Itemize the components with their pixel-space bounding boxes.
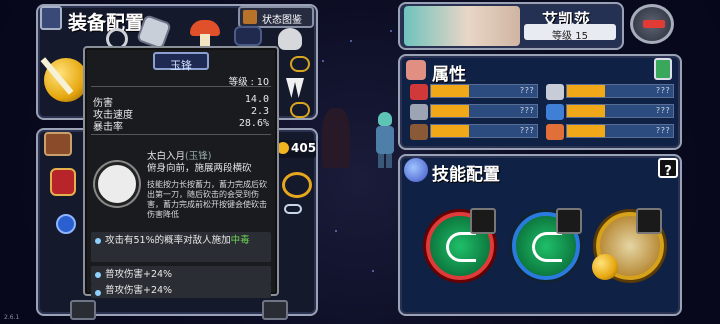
tooltip-name-badge: 玉锋 [153, 52, 209, 72]
world-character [372, 112, 398, 170]
character-portrait [404, 6, 520, 46]
help-button[interactable]: ? [658, 158, 678, 179]
item-tooltip: 玉锋 等级 : 10 伤害 14.0 攻击速度 2.3 暴击率 28.6% 太白入月(… [83, 46, 279, 298]
tooltip-item-name: 玉锋 [170, 59, 192, 72]
bow-icon [446, 232, 476, 262]
gold-amount: 405 [291, 141, 317, 155]
inventory-item-book[interactable] [50, 168, 76, 196]
skill-slot-badge [470, 208, 496, 234]
stat-row-crit: 暴击率 28.6% [93, 118, 269, 133]
game-screen: 装备配置 状态图鉴 405 玉锋 等级 : 10 伤害 14.0 攻击速度 2.3 … [0, 0, 720, 324]
skill-helmet-icon [95, 162, 139, 206]
heart-icon [410, 84, 428, 100]
pet-slot[interactable] [290, 56, 310, 72]
tooltip-divider [91, 134, 271, 135]
eye-icon [546, 104, 564, 120]
bonus-row-attack: 普攻伤害+24% [91, 266, 271, 284]
exit-button[interactable] [630, 4, 674, 44]
attr-fill-perception [567, 105, 606, 117]
gold-counter: 405 [276, 140, 316, 158]
attr-fill-hp [431, 85, 470, 97]
potion-slot[interactable] [290, 102, 310, 118]
drop-button[interactable] [262, 300, 288, 320]
status-book-button[interactable]: 状态图鉴 [238, 6, 314, 28]
bomb-icon[interactable] [56, 214, 76, 234]
exit-arrow-icon [643, 20, 665, 28]
attr-bar-speed: ??? [430, 124, 538, 138]
star [350, 40, 352, 42]
attr-bar-attack: ??? [566, 84, 674, 98]
bow-icon [532, 232, 562, 262]
skill-slot-badge [556, 208, 582, 234]
attr-bar-fire: ??? [566, 124, 674, 138]
attr-fill-defense [431, 105, 470, 117]
bonus-row-poison: 攻击有51%的概率对敌人施加中毒 [91, 232, 271, 262]
tooltip-divider [91, 86, 271, 87]
skills-title: 技能配置 [432, 165, 500, 185]
skill-slot-badge [636, 208, 662, 234]
pearl-item-icon[interactable] [284, 204, 302, 214]
boot-icon [410, 124, 428, 140]
sword-icon [546, 84, 564, 100]
shield-icon [410, 104, 428, 120]
flame-icon [546, 124, 564, 140]
star [335, 230, 337, 232]
star [372, 270, 374, 272]
equipment-icon [40, 6, 62, 30]
star [322, 60, 324, 62]
attr-fill-fire [567, 125, 606, 137]
status-book-label: 状态图鉴 [262, 15, 302, 26]
star [390, 30, 392, 32]
bottle-icon[interactable] [654, 58, 672, 80]
book-icon [243, 10, 257, 24]
skill-description: 俯身向前，施展两段横砍 [147, 163, 252, 174]
enemy-silhouette [322, 108, 350, 168]
skull-icon [278, 28, 302, 50]
attr-fill-attack [567, 85, 606, 97]
attr-bar-hp: ??? [430, 84, 538, 98]
skill-detail: 技能按力长按蓄力，蓄力完成后砍出第一刀，随后砍击的会受到伤害，蓄力完成前松开按键… [147, 180, 267, 219]
character-level-badge: 等级 15 [524, 24, 616, 42]
chest-icon [44, 132, 72, 156]
attr-bar-defense: ??? [430, 104, 538, 118]
equip-slot-mushroom[interactable] [190, 20, 220, 46]
bonus-row-attack: 普攻伤害+24% [91, 284, 271, 298]
attr-fill-speed [431, 125, 470, 137]
equip-slot-charm[interactable] [234, 26, 262, 46]
gold-orb-icon [592, 254, 618, 280]
attributes-title: 属性 [432, 65, 466, 85]
skills-orb-icon [404, 158, 428, 182]
ring-item-icon[interactable] [282, 172, 312, 198]
attr-bar-perception: ??? [566, 104, 674, 118]
version-label: 2.6.1 [4, 314, 20, 321]
swap-left-button[interactable] [70, 300, 96, 320]
attributes-icon [406, 60, 426, 80]
